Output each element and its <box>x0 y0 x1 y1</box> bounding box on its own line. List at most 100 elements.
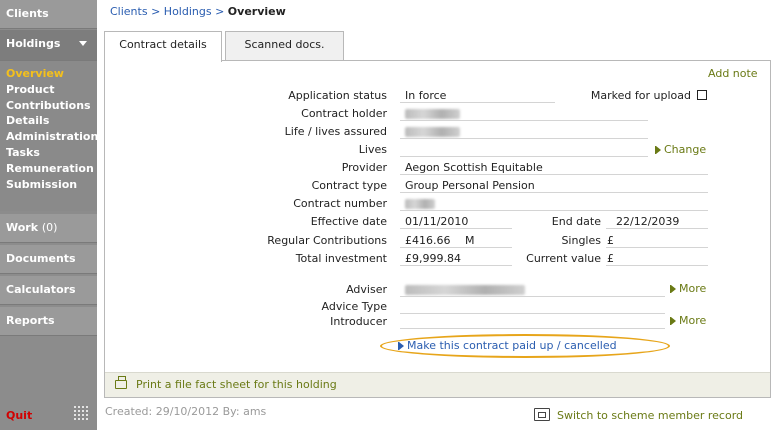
introducer-more-label: More <box>679 314 707 327</box>
application-status-label: Application status <box>288 89 387 102</box>
change-link-label: Change <box>664 143 707 156</box>
contract-holder-redacted <box>405 109 460 119</box>
breadcrumb-holdings[interactable]: Holdings <box>164 5 212 18</box>
provider-value: Aegon Scottish Equitable <box>405 161 543 174</box>
tab-scanned-docs[interactable]: Scanned docs. <box>225 31 344 61</box>
sidebar-item-remuneration[interactable]: Remuneration <box>6 161 97 177</box>
paid-up-link[interactable]: Make this contract paid up / cancelled <box>398 339 617 352</box>
work-count: (0) <box>41 221 58 234</box>
nav-calculators[interactable]: Calculators <box>0 276 97 305</box>
sidebar-item-contributions[interactable]: Contributions <box>6 98 97 114</box>
contract-type-label: Contract type <box>311 179 387 192</box>
adviser-more-link[interactable]: More <box>670 282 706 295</box>
regular-frequency: M <box>465 234 475 247</box>
underline <box>606 265 708 266</box>
underline <box>606 247 708 248</box>
breadcrumb-clients[interactable]: Clients <box>110 5 148 18</box>
contract-holder-label: Contract holder <box>301 107 387 120</box>
sidebar-item-product[interactable]: Product <box>6 82 97 98</box>
sidebar-item-submission[interactable]: Submission <box>6 177 97 193</box>
sidebar: Clients Holdings Overview Product Contri… <box>0 0 98 430</box>
adviser-more-label: More <box>679 282 707 295</box>
chevron-down-icon <box>79 41 87 46</box>
tab-scanned-docs-label: Scanned docs. <box>244 38 325 51</box>
switch-record-icon <box>534 408 550 421</box>
arrow-right-icon <box>671 285 676 293</box>
underline <box>400 156 648 157</box>
introducer-more-link[interactable]: More <box>670 314 706 327</box>
tab-contract-details-label: Contract details <box>119 38 207 51</box>
lives-label: Lives <box>358 143 387 156</box>
change-link[interactable]: Change <box>655 143 706 156</box>
nav-calculators-label: Calculators <box>6 283 76 296</box>
underline <box>400 228 512 229</box>
end-date-value: 22/12/2039 <box>616 215 680 228</box>
underline <box>400 102 555 103</box>
holdings-submenu: Overview Product Contributions Details A… <box>0 61 98 211</box>
switch-to-scheme-member-link[interactable]: Switch to scheme member record <box>557 409 743 422</box>
underline <box>400 192 708 193</box>
marked-for-upload-checkbox[interactable] <box>697 90 707 100</box>
arrow-right-icon <box>399 342 404 350</box>
underline <box>400 313 665 314</box>
quit-button[interactable]: Quit <box>6 409 32 422</box>
underline <box>400 138 648 139</box>
arrow-right-icon <box>671 317 676 325</box>
total-investment-value: £9,999.84 <box>405 252 461 265</box>
add-note-link[interactable]: Add note <box>708 67 758 80</box>
underline <box>400 210 708 211</box>
nav-holdings-label: Holdings <box>6 37 61 50</box>
contract-number-redacted <box>405 199 435 209</box>
resize-grip-icon[interactable] <box>73 405 90 422</box>
breadcrumb-separator: > <box>151 5 164 18</box>
nav-clients[interactable]: Clients <box>0 0 97 29</box>
singles-label: Singles <box>561 234 601 247</box>
contract-type-value: Group Personal Pension <box>405 179 535 192</box>
breadcrumb-separator: > <box>215 5 228 18</box>
nav-work[interactable]: Work (0) <box>0 214 97 243</box>
underline <box>400 328 665 329</box>
adviser-redacted <box>405 285 525 295</box>
nav-work-label: Work <box>6 221 39 234</box>
regular-contributions-value: £416.66 <box>405 234 451 247</box>
sidebar-item-overview[interactable]: Overview <box>6 66 97 82</box>
paid-up-link-label: Make this contract paid up / cancelled <box>407 339 617 352</box>
breadcrumb-current: Overview <box>227 5 286 18</box>
underline <box>400 265 512 266</box>
tab-contract-details[interactable]: Contract details <box>104 31 222 62</box>
application-status-value: In force <box>405 89 447 102</box>
underline <box>606 228 708 229</box>
nav-holdings[interactable]: Holdings <box>0 30 97 61</box>
marked-for-upload-label: Marked for upload <box>590 89 691 102</box>
singles-value: £ <box>607 234 614 247</box>
effective-date-value: 01/11/2010 <box>405 215 469 228</box>
life-assured-label: Life / lives assured <box>284 125 387 138</box>
underline <box>400 247 512 248</box>
end-date-label: End date <box>551 215 601 228</box>
advice-type-label: Advice Type <box>321 300 387 313</box>
current-value-label: Current value <box>526 252 601 265</box>
nav-documents[interactable]: Documents <box>0 245 97 274</box>
underline <box>400 174 708 175</box>
sidebar-item-tasks[interactable]: Tasks <box>6 145 97 161</box>
sidebar-item-details[interactable]: Details <box>6 113 97 129</box>
arrow-right-icon <box>656 146 661 154</box>
underline <box>400 120 648 121</box>
regular-contributions-label: Regular Contributions <box>267 234 387 247</box>
nav-documents-label: Documents <box>6 252 76 265</box>
underline <box>400 296 665 297</box>
total-investment-label: Total investment <box>295 252 387 265</box>
nav-clients-label: Clients <box>6 7 49 20</box>
nav-reports[interactable]: Reports <box>0 307 97 336</box>
effective-date-label: Effective date <box>310 215 387 228</box>
adviser-label: Adviser <box>346 283 387 296</box>
breadcrumb: Clients > Holdings > Overview <box>110 5 286 18</box>
contract-number-label: Contract number <box>293 197 387 210</box>
provider-label: Provider <box>341 161 387 174</box>
nav-reports-label: Reports <box>6 314 55 327</box>
printer-icon <box>115 376 127 389</box>
created-info: Created: 29/10/2012 By: ams <box>105 405 267 418</box>
current-value-value: £ <box>607 252 614 265</box>
sidebar-item-administration[interactable]: Administration <box>6 129 98 145</box>
print-fact-sheet-link[interactable]: Print a file fact sheet for this holding <box>136 378 337 391</box>
